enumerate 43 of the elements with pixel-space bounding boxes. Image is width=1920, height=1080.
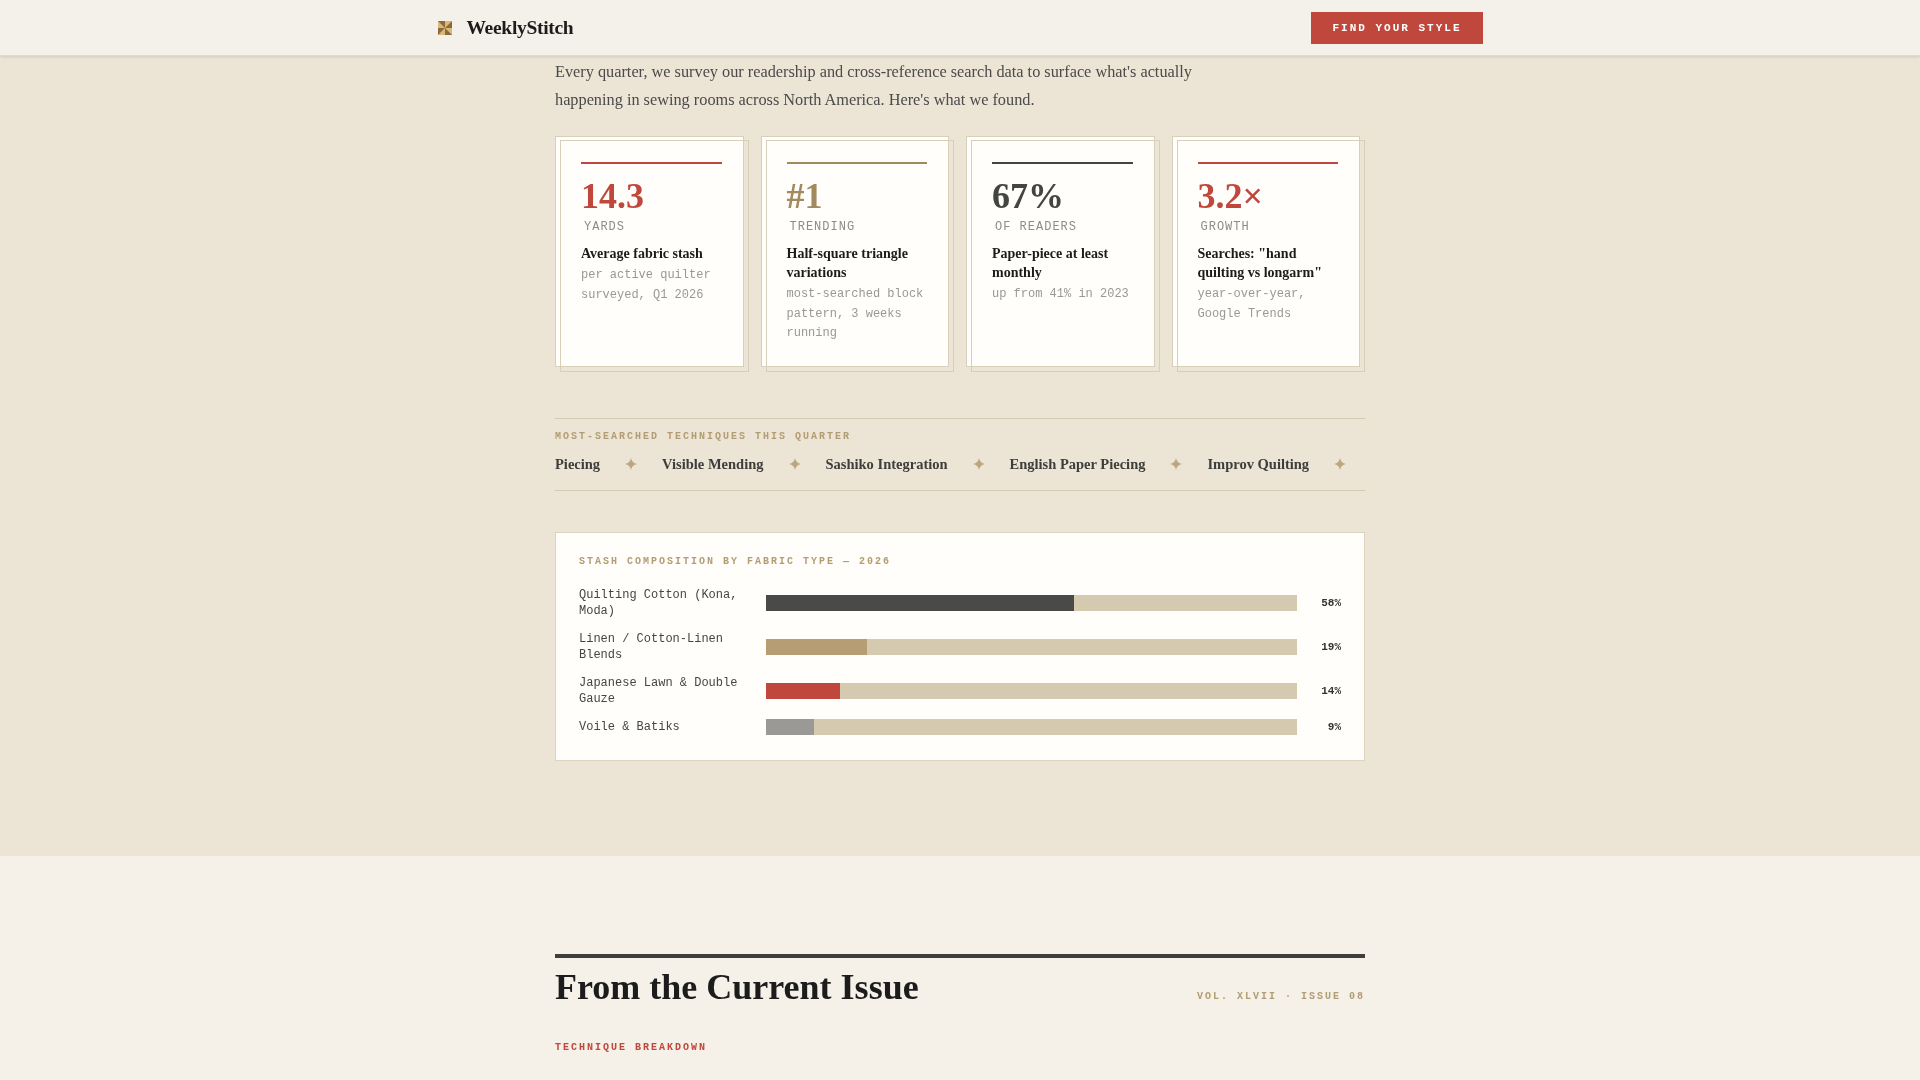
- technique-label: Visible Mending: [662, 455, 764, 474]
- section-heading: From the Current Issue: [555, 966, 919, 1009]
- stat-unit: YARDS: [583, 220, 626, 234]
- value-label: 58%: [1321, 596, 1341, 611]
- technique-label: Sashiko Integration: [825, 455, 948, 474]
- fabric-label: Voile & Batiks: [579, 719, 680, 735]
- stat-detail: year-over-year, Google Trends: [1197, 286, 1307, 323]
- stat-unit: TRENDING: [788, 220, 857, 234]
- issue-label: VOL. XLVII · ISSUE 08: [1196, 991, 1365, 1004]
- stat-title: Searches: "hand quilting vs longarm": [1197, 245, 1323, 282]
- value-label: 14%: [1321, 684, 1341, 699]
- star-icon: [1334, 458, 1347, 470]
- find-style-button[interactable]: FIND YOUR STYLE: [1311, 11, 1483, 44]
- stat-title: Average fabric stash: [581, 245, 704, 263]
- stat-title: Half-square triangle variations: [786, 245, 909, 282]
- star-icon: [1170, 458, 1183, 470]
- value-label: 9%: [1327, 720, 1341, 735]
- stat-title: Paper-piece at least monthly: [992, 245, 1110, 282]
- technique-label: Improv Quilting: [1207, 455, 1310, 474]
- chart-title: STASH COMPOSITION BY FABRIC TYPE — 2026: [579, 556, 893, 568]
- stat-unit: OF READERS: [994, 220, 1078, 234]
- fabric-label: Quilting Cotton (Kona, Moda): [579, 587, 739, 619]
- category-label: TECHNIQUE BREAKDOWN: [555, 1042, 709, 1054]
- quilt-square-icon: [437, 20, 452, 35]
- technique-label: Piecing: [555, 455, 601, 474]
- fabric-label: Linen / Cotton-Linen Blends: [579, 631, 725, 663]
- stat-value: 3.2×: [1197, 178, 1264, 214]
- stat-value: 67%: [992, 178, 1065, 214]
- star-icon: [625, 458, 638, 470]
- stat-value: #1: [786, 178, 824, 214]
- brand-name[interactable]: WeeklyStitch: [466, 16, 574, 39]
- section-label: MOST-SEARCHED TECHNIQUES THIS QUARTER: [555, 431, 853, 443]
- value-label: 19%: [1321, 640, 1341, 655]
- fabric-label: Japanese Lawn & Double Gauze: [579, 675, 739, 707]
- stat-detail: most-searched block pattern, 3 weeks running: [786, 286, 925, 342]
- intro-paragraph: Every quarter, we survey our readership and cross-reference search data to surface what's actually happening in sewing rooms across North America. Here's what we found.: [555, 61, 1193, 111]
- star-icon: [972, 458, 985, 470]
- star-icon: [788, 458, 801, 470]
- stat-value: 14.3: [581, 178, 645, 214]
- stat-unit: GROWTH: [1199, 220, 1251, 234]
- technique-label: English Paper Piecing: [1009, 455, 1146, 474]
- stat-detail: per active quilter surveyed, Q1 2026: [581, 267, 712, 304]
- stat-detail: up from 41% in 2023: [992, 286, 1130, 303]
